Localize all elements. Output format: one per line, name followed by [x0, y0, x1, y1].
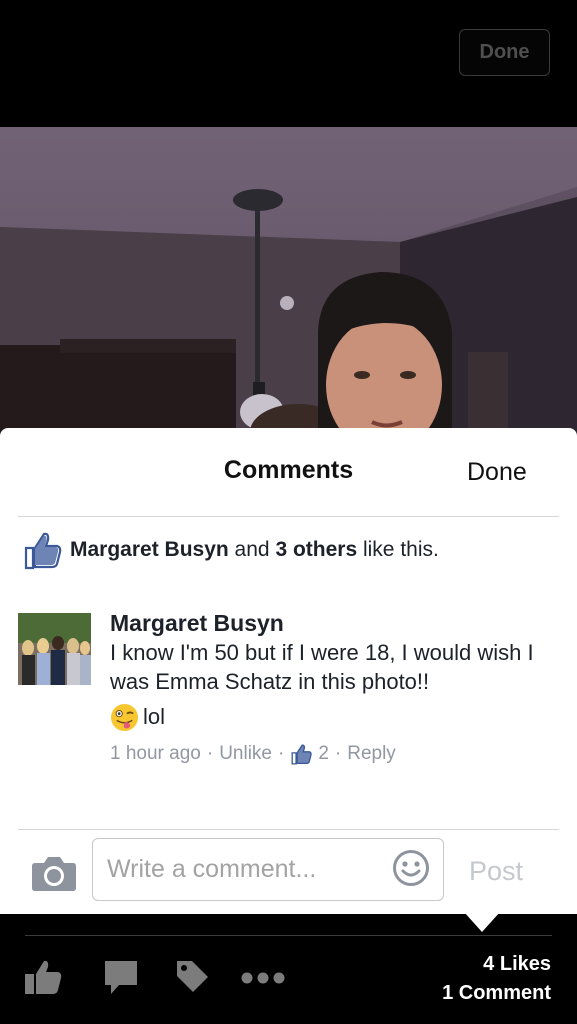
- photo-image: [0, 127, 577, 437]
- comments-count-link[interactable]: 1 Comment: [442, 982, 551, 1005]
- comment-extra: lol: [110, 700, 558, 734]
- likes-count-link[interactable]: 4 Likes: [483, 953, 551, 976]
- divider: [25, 935, 552, 936]
- post-button[interactable]: Post: [469, 856, 523, 887]
- separator-dot: ·: [206, 743, 214, 764]
- likes-text: Margaret Busyn and 3 others like this.: [70, 538, 439, 562]
- unlike-link[interactable]: Unlike: [219, 743, 272, 765]
- likes-suffix: like this.: [357, 538, 439, 561]
- comment-body: Margaret Busyn I know I'm 50 but if I we…: [110, 608, 558, 768]
- comment-extra-text: lol: [143, 704, 166, 729]
- comment-icon[interactable]: [103, 958, 139, 996]
- avatar[interactable]: [18, 613, 91, 685]
- like-count-icon: [291, 744, 312, 765]
- comment-text: I know I'm 50 but if I were 18, I would …: [110, 640, 534, 694]
- winking-tongue-emoji-icon: [110, 703, 139, 731]
- camera-icon[interactable]: [31, 853, 77, 893]
- divider: [18, 516, 559, 517]
- tag-icon[interactable]: [174, 958, 210, 996]
- separator-dot: ·: [334, 743, 342, 764]
- like-icon[interactable]: [24, 958, 64, 996]
- likes-connector: and: [228, 538, 276, 561]
- photo: [0, 127, 577, 437]
- likes-name[interactable]: Margaret Busyn: [70, 538, 229, 561]
- smiley-icon[interactable]: [392, 849, 430, 887]
- top-done-button[interactable]: Done: [459, 29, 550, 76]
- sheet-pointer: [464, 912, 500, 932]
- comment-like-count[interactable]: 2: [318, 743, 329, 765]
- likes-summary[interactable]: Margaret Busyn and 3 others like this.: [22, 528, 562, 572]
- comment-time: 1 hour ago: [110, 743, 201, 764]
- sheet-done-button[interactable]: Done: [467, 458, 527, 487]
- like-thumb-icon: [24, 532, 62, 570]
- divider: [18, 829, 559, 830]
- more-icon[interactable]: [240, 968, 286, 988]
- comment-meta: 1 hour ago · Unlike · 2 · Reply: [110, 740, 558, 768]
- comment-author[interactable]: Margaret Busyn: [110, 608, 558, 638]
- separator-dot: ·: [278, 743, 285, 764]
- likes-others[interactable]: 3 others: [275, 538, 357, 561]
- reply-link[interactable]: Reply: [347, 743, 396, 765]
- comments-sheet: Comments Done Margaret Busyn and 3 other…: [0, 428, 577, 914]
- comment-composer: Post: [0, 838, 577, 904]
- avatar-image: [18, 613, 91, 685]
